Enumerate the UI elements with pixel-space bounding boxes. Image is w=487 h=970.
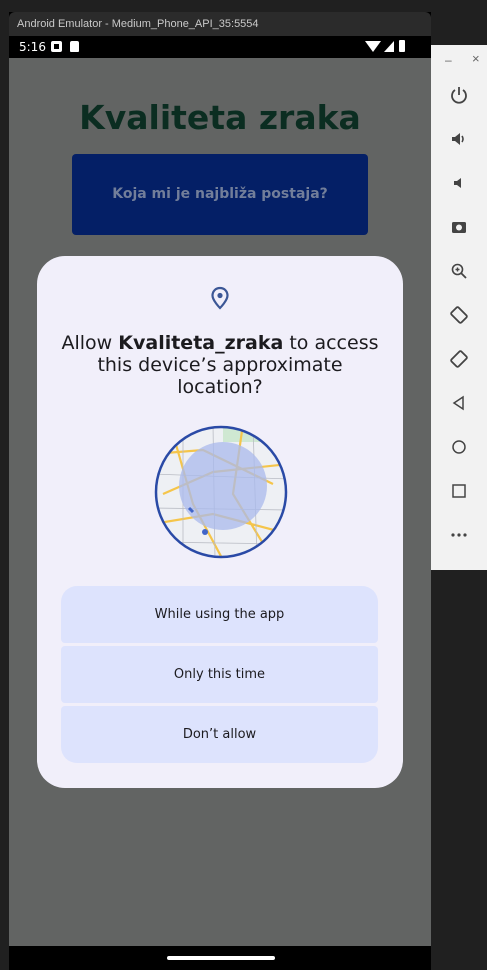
rotate-right-icon[interactable]: [447, 347, 471, 371]
dialog-app-name: Kvaliteta_zraka: [118, 332, 284, 354]
signal-icon: [384, 41, 394, 52]
window-title: Android Emulator - Medium_Phone_API_35:5…: [9, 12, 431, 36]
dont-allow-button[interactable]: Don’t allow: [61, 706, 378, 763]
battery-icon: [399, 40, 405, 52]
status-time: 5:16: [19, 40, 46, 54]
location-pin-icon: [211, 286, 229, 310]
close-button[interactable]: ×: [472, 51, 480, 66]
volume-down-icon[interactable]: [447, 171, 471, 195]
zoom-icon[interactable]: [447, 259, 471, 283]
dialog-title: Allow Kvaliteta_zraka to access this dev…: [61, 332, 379, 398]
power-icon[interactable]: [447, 83, 471, 107]
navigation-bar: [9, 946, 431, 970]
emulator-toolbar: – ×: [431, 45, 487, 570]
more-icon[interactable]: [447, 523, 471, 547]
status-bar: 5:16: [9, 36, 431, 58]
sd-card-icon: [70, 41, 79, 52]
approximate-location-map: [154, 425, 288, 559]
location-permission-dialog: Allow Kvaliteta_zraka to access this dev…: [37, 256, 403, 788]
nearest-station-button[interactable]: Koja mi je najbliža postaja?: [72, 154, 368, 235]
back-icon[interactable]: [447, 391, 471, 415]
notification-icon: [51, 41, 62, 52]
only-this-time-button[interactable]: Only this time: [61, 646, 378, 703]
emulator-window: Android Emulator - Medium_Phone_API_35:5…: [9, 12, 431, 970]
phone-screen[interactable]: 5:16 Kvaliteta zraka Koja mi je najbliža…: [9, 36, 431, 970]
wifi-icon: [365, 41, 381, 52]
overview-icon[interactable]: [447, 479, 471, 503]
minimize-button[interactable]: –: [445, 53, 452, 67]
while-using-app-button[interactable]: While using the app: [61, 586, 378, 643]
home-gesture-handle[interactable]: [167, 956, 275, 960]
volume-up-icon[interactable]: [447, 127, 471, 151]
rotate-left-icon[interactable]: [447, 303, 471, 327]
camera-icon[interactable]: [447, 215, 471, 239]
home-icon[interactable]: [447, 435, 471, 459]
app-title: Kvaliteta zraka: [79, 98, 361, 137]
